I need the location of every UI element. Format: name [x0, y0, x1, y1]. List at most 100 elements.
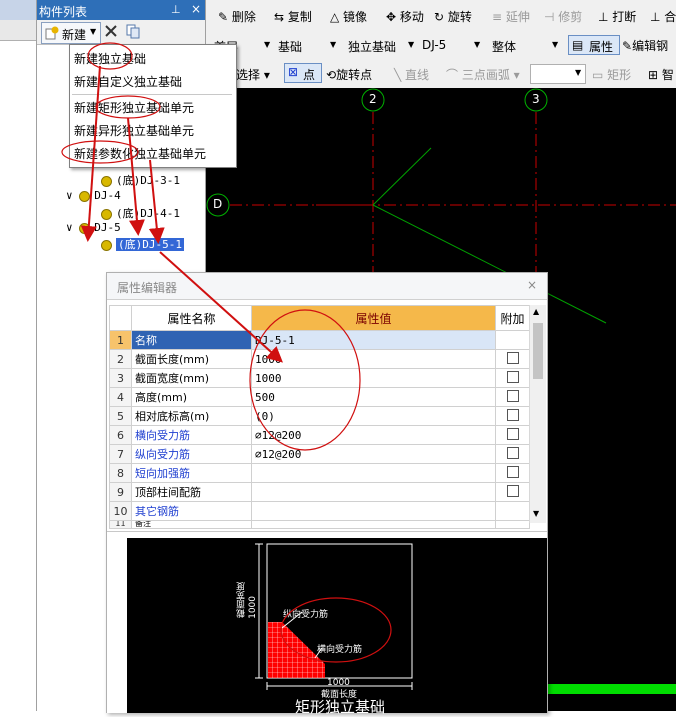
menu-item-new-custom-foundation[interactable]: 新建自定义独立基础	[70, 69, 236, 92]
table-row[interactable]: 10 其它钢筋	[109, 501, 530, 521]
tree-item-selected[interactable]: (底)DJ-5-1	[101, 236, 184, 252]
table-row[interactable]: 6 横向受力筋 ⌀12@200	[109, 425, 530, 445]
shape-dropdown[interactable]: ▼	[530, 64, 586, 84]
move-tool[interactable]: ✥ 移动	[386, 8, 424, 25]
extra-checkbox[interactable]	[506, 389, 519, 402]
scope-select[interactable]: 整体 ▼	[490, 36, 562, 54]
collapse-icon[interactable]: ∨	[66, 189, 73, 202]
component-select[interactable]: DJ-5 ▼	[420, 36, 484, 54]
delete-icon[interactable]	[104, 24, 118, 38]
table-row[interactable]: 4 高度(mm) 500	[109, 387, 530, 407]
property-name: 短向加强筋	[131, 463, 252, 483]
gear-icon	[79, 190, 91, 202]
trim-tool[interactable]: ⊣ 修剪	[544, 8, 582, 25]
header-property-name: 属性名称	[131, 305, 252, 331]
chevron-down-icon: ▼	[330, 40, 337, 49]
point-tool[interactable]: ⊠ 点	[284, 63, 322, 83]
menu-item-new-rect-unit[interactable]: 新建矩形独立基础单元	[70, 95, 236, 118]
table-row[interactable]: 5 相对底标高(m) (0)	[109, 406, 530, 426]
pin-icon[interactable]: ⊥	[171, 3, 181, 16]
gear-icon	[101, 175, 112, 187]
property-name: 截面长度(mm)	[131, 349, 252, 369]
rotate-tool[interactable]: ↻ 旋转	[434, 8, 472, 25]
smart-tool[interactable]: ⊞ 智	[648, 66, 674, 83]
property-value-input[interactable]: ⌀12@200	[251, 425, 496, 445]
copy-icon[interactable]	[125, 23, 141, 39]
new-dropdown-menu: 新建独立基础 新建自定义独立基础 新建矩形独立基础单元 新建异形独立基础单元 新…	[69, 44, 237, 168]
table-row[interactable]: 9 顶部柱间配筋	[109, 482, 530, 502]
tree-item[interactable]: ∨ DJ-4	[66, 189, 121, 202]
scroll-up-icon[interactable]: ▲	[533, 307, 539, 316]
property-value-input[interactable]: 500	[251, 387, 496, 407]
property-name: 顶部柱间配筋	[131, 482, 252, 502]
new-button[interactable]: 新建 ▼	[41, 22, 101, 44]
component-selector-bar: 首层▼ 基础▼ 独立基础▼ DJ-5▼ 整体▼ ▤ 属性 ✎编辑钢	[206, 32, 676, 59]
property-value-input[interactable]: DJ-5-1	[251, 330, 496, 350]
table-row[interactable]: 2 截面长度(mm) 1000	[109, 349, 530, 369]
extra-checkbox[interactable]	[506, 465, 519, 478]
left-panel-row[interactable]	[0, 20, 36, 41]
gear-icon	[101, 239, 112, 251]
close-icon[interactable]: ×	[527, 278, 537, 292]
mirror-tool[interactable]: △ 镜像	[330, 8, 367, 25]
property-value-input[interactable]: 1000	[251, 349, 496, 369]
extra-checkbox[interactable]	[506, 427, 519, 440]
property-value-input[interactable]: 1000	[251, 368, 496, 388]
edit-toolbar: ✎ 删除 ⇆ 复制 △ 镜像 ✥ 移动 ↻ 旋转 ≡ 延伸 ⊣ 修剪 ⊥ 打断 …	[206, 0, 676, 33]
rotate-point-tool[interactable]: ⟲旋转点	[326, 66, 372, 83]
chevron-down-icon: ▼	[264, 40, 271, 49]
type-select[interactable]: 独立基础 ▼	[346, 36, 418, 54]
gear-icon	[101, 208, 112, 220]
break-tool[interactable]: ⊥ 打断	[598, 8, 636, 25]
table-row[interactable]: 7 纵向受力筋 ⌀12@200	[109, 444, 530, 464]
arc-tool[interactable]: ⌒ 三点画弧 ▾	[446, 66, 520, 83]
table-row[interactable]: 11 备注	[109, 520, 530, 529]
property-value-input[interactable]	[251, 501, 496, 521]
property-value-input[interactable]: (0)	[251, 406, 496, 426]
extend-tool[interactable]: ≡ 延伸	[492, 8, 530, 25]
axis-label-2: 2	[369, 92, 377, 106]
property-value-input[interactable]	[251, 482, 496, 502]
tree-item[interactable]: ∨ DJ-5	[66, 221, 121, 234]
properties-icon: ▤	[572, 38, 584, 52]
section-preview: 截面宽度 1000 纵向受力筋 横向受力筋 1000 截面长度 矩形独立基础	[107, 531, 547, 716]
line-tool[interactable]: ╲ 直线	[394, 66, 429, 83]
extra-checkbox[interactable]	[506, 484, 519, 497]
properties-button[interactable]: ▤ 属性	[568, 35, 620, 55]
table-row[interactable]: 8 短向加强筋	[109, 463, 530, 483]
menu-item-new-parametric-unit[interactable]: 新建参数化独立基础单元	[70, 141, 236, 164]
scroll-thumb[interactable]	[533, 323, 543, 379]
menu-item-new-irregular-unit[interactable]: 新建异形独立基础单元	[70, 118, 236, 141]
table-row[interactable]: 3 截面宽度(mm) 1000	[109, 368, 530, 388]
menu-item-new-foundation[interactable]: 新建独立基础	[70, 46, 236, 69]
tree-item[interactable]: (底)DJ-4-1	[101, 205, 180, 221]
property-value-input[interactable]: ⌀12@200	[251, 444, 496, 464]
component-list-title: 构件列表	[39, 5, 88, 19]
property-grid-scrollbar[interactable]: ▲ ▼	[529, 305, 546, 523]
extra-checkbox[interactable]	[506, 351, 519, 364]
collapse-icon[interactable]: ∨	[66, 221, 73, 234]
copy-tool[interactable]: ⇆ 复制	[274, 8, 312, 25]
delete-tool[interactable]: ✎ 删除	[218, 8, 256, 25]
property-value-input[interactable]	[251, 520, 496, 529]
rect-tool[interactable]: ▭ 矩形	[592, 66, 631, 83]
select-tool[interactable]: 选择 ▾	[236, 66, 270, 83]
point-icon: ⊠	[288, 65, 299, 79]
extra-checkbox[interactable]	[506, 370, 519, 383]
category-select[interactable]: 基础 ▼	[276, 36, 340, 54]
extra-checkbox[interactable]	[506, 446, 519, 459]
dim-side-label: 截面宽度	[237, 582, 247, 618]
close-icon[interactable]: ×	[191, 2, 201, 16]
merge-tool[interactable]: ⊥ 合	[650, 8, 676, 25]
header-extra: 附加	[495, 305, 530, 331]
component-list-toolbar: 新建 ▼	[37, 20, 205, 45]
tree-item[interactable]: (底)DJ-3-1	[101, 172, 180, 188]
header-rownum	[109, 305, 132, 331]
property-value-input[interactable]	[251, 463, 496, 483]
edit-rebar-button[interactable]: ✎编辑钢	[622, 37, 668, 54]
table-row[interactable]: 1 名称 DJ-5-1	[109, 330, 530, 350]
draw-toolbar: 选择 ▾ ⊠ 点 ⟲旋转点 ╲ 直线 ⌒ 三点画弧 ▾ ▼ ▭ 矩形 ⊞ 智	[206, 58, 676, 89]
scroll-down-icon[interactable]: ▼	[533, 509, 539, 518]
property-editor-window: 属性编辑器 × 属性名称 属性值 附加 1 名称 DJ-5-1 2 截面长度(m…	[106, 272, 548, 716]
extra-checkbox[interactable]	[506, 408, 519, 421]
